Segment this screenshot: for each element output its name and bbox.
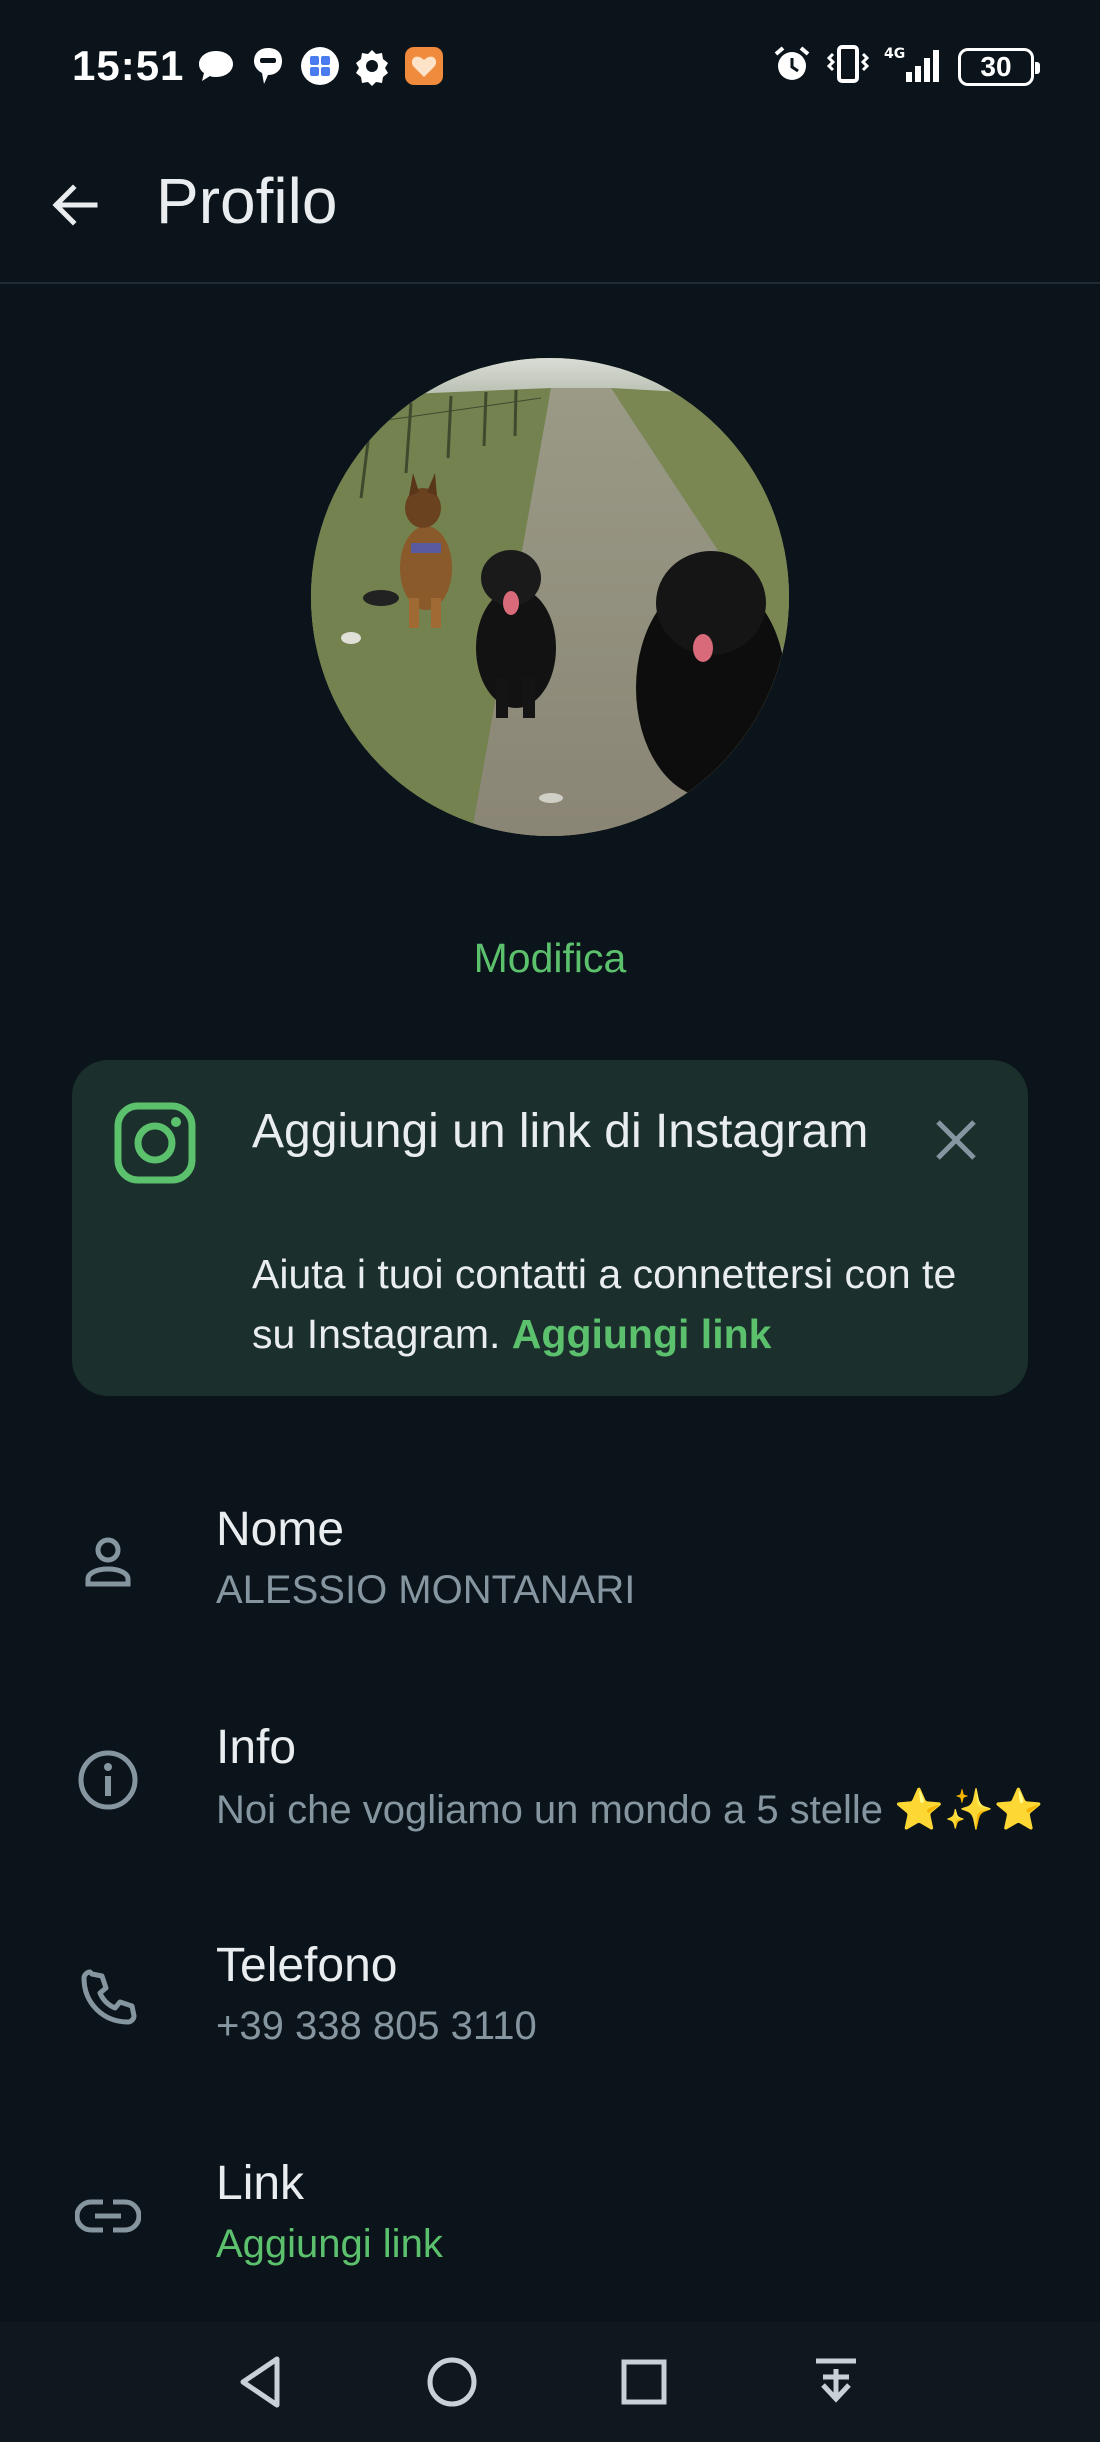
about-emoji: ⭐✨⭐ xyxy=(894,1788,1044,1832)
person-icon xyxy=(70,1524,146,1600)
nav-back-button[interactable] xyxy=(224,2346,296,2418)
status-bar: 15:51 4G 30 xyxy=(0,0,1100,130)
instagram-add-link[interactable]: Aggiungi link xyxy=(512,1311,772,1357)
link-label: Link xyxy=(216,2157,305,2210)
app-grid-icon xyxy=(300,46,340,86)
link-icon xyxy=(70,2178,146,2254)
nav-home-button[interactable] xyxy=(416,2346,488,2418)
edit-photo-link[interactable]: Modifica xyxy=(0,935,1100,982)
profile-photo[interactable] xyxy=(311,358,789,836)
close-card-button[interactable] xyxy=(920,1104,992,1176)
phone-icon xyxy=(70,1960,146,2036)
arrow-left-icon xyxy=(52,184,98,226)
messenger-icon xyxy=(248,46,288,86)
circle-home-icon xyxy=(427,2357,477,2407)
triangle-back-icon xyxy=(240,2356,280,2408)
phone-label: Telefono xyxy=(216,1939,398,1992)
square-recents-icon xyxy=(621,2359,667,2405)
instagram-link-card: Aggiungi un link di Instagram Aiuta i tu… xyxy=(72,1060,1028,1396)
about-label: Info xyxy=(216,1721,297,1774)
name-row[interactable]: Nome ALESSIO MONTANARI xyxy=(0,1476,1100,1676)
phone-row[interactable]: Telefono +39 338 805 3110 xyxy=(0,1912,1100,2112)
instagram-card-title: Aggiungi un link di Instagram xyxy=(252,1105,869,1158)
link-row[interactable]: Link Aggiungi link xyxy=(0,2130,1100,2330)
notification-icons xyxy=(196,46,444,86)
status-time: 15:51 xyxy=(72,42,185,89)
gear-icon xyxy=(352,46,392,86)
page-title: Profilo xyxy=(156,165,338,237)
profile-screen: 15:51 4G 30 Profilo Modifica Aggiungi un… xyxy=(0,0,1100,2442)
nav-recents-button[interactable] xyxy=(608,2346,680,2418)
system-icons: 4G 30 xyxy=(772,44,1040,89)
name-value: ALESSIO MONTANARI xyxy=(216,1568,636,1612)
about-text: Noi che vogliamo un mondo a 5 stelle xyxy=(216,1788,884,1832)
alarm-icon xyxy=(772,44,812,89)
dogs-photo-image xyxy=(311,358,789,836)
close-icon xyxy=(936,1120,976,1160)
vibrate-icon xyxy=(826,44,870,89)
add-link-button[interactable]: Aggiungi link xyxy=(216,2222,443,2267)
about-row[interactable]: Info Noi che vogliamo un mondo a 5 stell… xyxy=(0,1694,1100,1894)
about-value: Noi che vogliamo un mondo a 5 stelle ⭐✨⭐ xyxy=(216,1786,1044,1833)
instagram-card-description: Aiuta i tuoi contatti a connettersi con … xyxy=(252,1244,992,1364)
signal-4g-icon: 4G xyxy=(884,44,944,89)
heart-app-icon xyxy=(404,46,444,86)
name-label: Nome xyxy=(216,1503,345,1556)
chat-bubble-icon xyxy=(196,46,236,86)
pull-down-icon xyxy=(816,2358,856,2403)
back-button[interactable] xyxy=(30,160,120,250)
app-bar: Profilo xyxy=(0,130,1100,284)
nav-notifications-button[interactable] xyxy=(800,2346,872,2418)
navigation-bar xyxy=(0,2322,1100,2442)
instagram-icon xyxy=(114,1102,196,1184)
phone-value: +39 338 805 3110 xyxy=(216,2004,537,2048)
svg-text:4G: 4G xyxy=(884,46,905,62)
info-icon xyxy=(70,1742,146,1818)
battery-icon: 30 xyxy=(958,47,1040,86)
